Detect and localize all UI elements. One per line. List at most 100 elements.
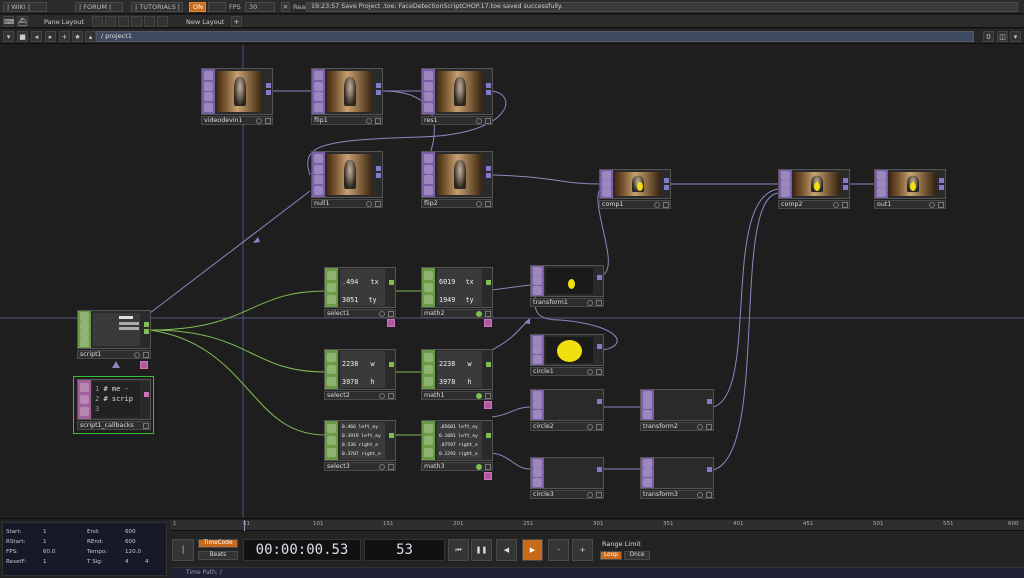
tick-label: 401 — [733, 521, 744, 527]
frame-display[interactable]: 53 — [364, 539, 445, 561]
out1-node[interactable] — [874, 169, 946, 199]
comp1-node[interactable] — [599, 169, 671, 199]
transform3-node[interactable] — [640, 457, 714, 489]
network-path-bar: ▾ ■ ◂ ▸ + ★ ▴ / project1 0 ◫ ▾ — [0, 29, 1024, 44]
transform2-label: transform2 — [640, 422, 714, 431]
layout-2-icon[interactable] — [105, 16, 116, 27]
arrow-null1 — [253, 237, 260, 243]
keyboard-icon[interactable]: ⌨ — [3, 16, 14, 27]
network-path-field[interactable]: / project1 — [96, 31, 974, 42]
eye-marker — [568, 279, 575, 289]
step-forward-button[interactable]: + — [572, 539, 593, 561]
math1-flag[interactable] — [484, 401, 492, 409]
chevron-down-icon[interactable]: ▾ — [3, 31, 14, 42]
math1-node[interactable]: 2238 w 3978 h — [421, 349, 493, 390]
up-icon[interactable]: ▴ — [85, 31, 96, 42]
layout-1-icon[interactable] — [92, 16, 103, 27]
step-back-button[interactable]: - — [548, 539, 569, 561]
beats-mode-button[interactable]: Beats — [198, 551, 238, 560]
select2-label: select2 — [324, 391, 396, 400]
network-editor[interactable]: videodevin1 flip1 res1 null1 flip2 comp1 — [0, 45, 1024, 519]
math3-label: math3 — [421, 462, 493, 471]
timecode-display[interactable]: 00:00:00.53 — [243, 539, 361, 561]
math3-flag[interactable] — [484, 472, 492, 480]
timeline-ruler[interactable]: 1 51 101 151 201 251 301 351 401 451 501… — [170, 520, 1024, 531]
forum-link[interactable]: | FORUM | — [75, 2, 123, 12]
new-layout-label[interactable]: New Layout — [186, 18, 224, 26]
select1-node[interactable]: .494 tx 3051 ty — [324, 267, 396, 308]
time-path-field[interactable]: Time Path: / — [170, 567, 1024, 578]
play-backward-button[interactable]: ◀ — [496, 539, 517, 561]
zero-field[interactable]: 0 — [983, 31, 994, 42]
fps-label: FPS — [229, 3, 241, 11]
face-marker — [814, 182, 820, 191]
dummy-toggle[interactable] — [208, 2, 226, 12]
loop-button[interactable]: Loop — [600, 551, 622, 560]
face-marker — [637, 182, 643, 191]
play-forward-button[interactable]: ▶ — [522, 539, 543, 561]
comp2-label: comp2 — [778, 200, 850, 209]
timeline-area: Start: 1 End: 600 RStart: 1 REnd: 600 FP… — [0, 520, 1024, 578]
layout-3-icon[interactable] — [118, 16, 129, 27]
fps-field[interactable]: 30 — [245, 2, 275, 12]
timecode-mode-button[interactable]: TimeCode — [198, 539, 238, 548]
video-preview — [327, 154, 372, 195]
rewind-button[interactable]: ⏮ — [448, 539, 469, 561]
math2-flag[interactable] — [484, 319, 492, 327]
wiki-link[interactable]: | WIKI | — [3, 2, 47, 12]
tick-label: 351 — [663, 521, 674, 527]
back-icon[interactable]: ◂ — [31, 31, 42, 42]
pane-layout-label: Pane Layout — [44, 18, 84, 26]
videodevin1-node[interactable] — [201, 68, 273, 115]
comp2-node[interactable] — [778, 169, 850, 199]
layout-5-icon[interactable] — [144, 16, 155, 27]
circle3-label: circle3 — [530, 490, 604, 499]
wire-math3-circle3 — [491, 452, 531, 470]
select2-node[interactable]: 2238 w 3978 h — [324, 349, 396, 390]
stop-icon[interactable]: ■ — [17, 31, 28, 42]
transform2-node[interactable] — [640, 389, 714, 421]
video-preview — [327, 71, 372, 112]
script1-node[interactable] — [77, 310, 151, 349]
boat-icon[interactable]: ⛴ — [17, 16, 28, 27]
res1-node[interactable] — [421, 68, 493, 115]
realtime-checkbox[interactable]: ✕ — [281, 2, 290, 12]
transform1-node[interactable] — [530, 265, 604, 297]
circle2-node[interactable] — [530, 389, 604, 421]
select1-flag[interactable] — [387, 319, 395, 327]
circle1-node[interactable] — [530, 334, 604, 366]
pane-split-icon[interactable]: ◫ — [997, 31, 1008, 42]
tutorials-link[interactable]: | TUTORIALS | — [131, 2, 183, 12]
math3-node[interactable]: .05601 left_ey 0.1081 left_ey .07597 rig… — [421, 420, 493, 461]
forward-icon[interactable]: ▸ — [45, 31, 56, 42]
flip2-node[interactable] — [421, 151, 493, 198]
tick-label: 201 — [453, 521, 464, 527]
layout-4-icon[interactable] — [131, 16, 142, 27]
wires-layer — [0, 45, 1024, 518]
arrow-callbacks — [112, 361, 120, 368]
circle1-label: circle1 — [530, 367, 604, 376]
math2-node[interactable]: 6019 tx 1949 ty — [421, 267, 493, 308]
once-button[interactable]: Once — [624, 551, 650, 560]
select3-node[interactable]: 0.466 left_ey 0.3919 left_ey 0.536 right… — [324, 420, 396, 461]
pane-menu-icon[interactable]: ▾ — [1010, 31, 1021, 42]
null1-node[interactable] — [311, 151, 383, 198]
script1-flag[interactable] — [140, 361, 148, 369]
star-icon[interactable]: ★ — [72, 31, 83, 42]
tick-label: 51 — [243, 521, 250, 527]
script1-callbacks-node[interactable]: 1 # me - 2 # scrip 3 — [77, 379, 151, 420]
circle3-node[interactable] — [530, 457, 604, 489]
play-toggle-button[interactable]: ON — [189, 2, 206, 12]
tick-label: 301 — [593, 521, 604, 527]
wire-transform3-comp2 — [712, 192, 780, 471]
layout-6-icon[interactable] — [157, 16, 168, 27]
tick-label: 251 — [523, 521, 534, 527]
video-preview — [437, 154, 482, 195]
pause-button[interactable]: ❚❚ — [471, 539, 492, 561]
select1-label: select1 — [324, 309, 396, 318]
add-layout-button[interactable]: + — [231, 16, 242, 27]
time-settings-button[interactable]: │ — [172, 539, 194, 561]
add-icon[interactable]: + — [59, 31, 70, 42]
math2-label: math2 — [421, 309, 493, 318]
flip1-node[interactable] — [311, 68, 383, 115]
